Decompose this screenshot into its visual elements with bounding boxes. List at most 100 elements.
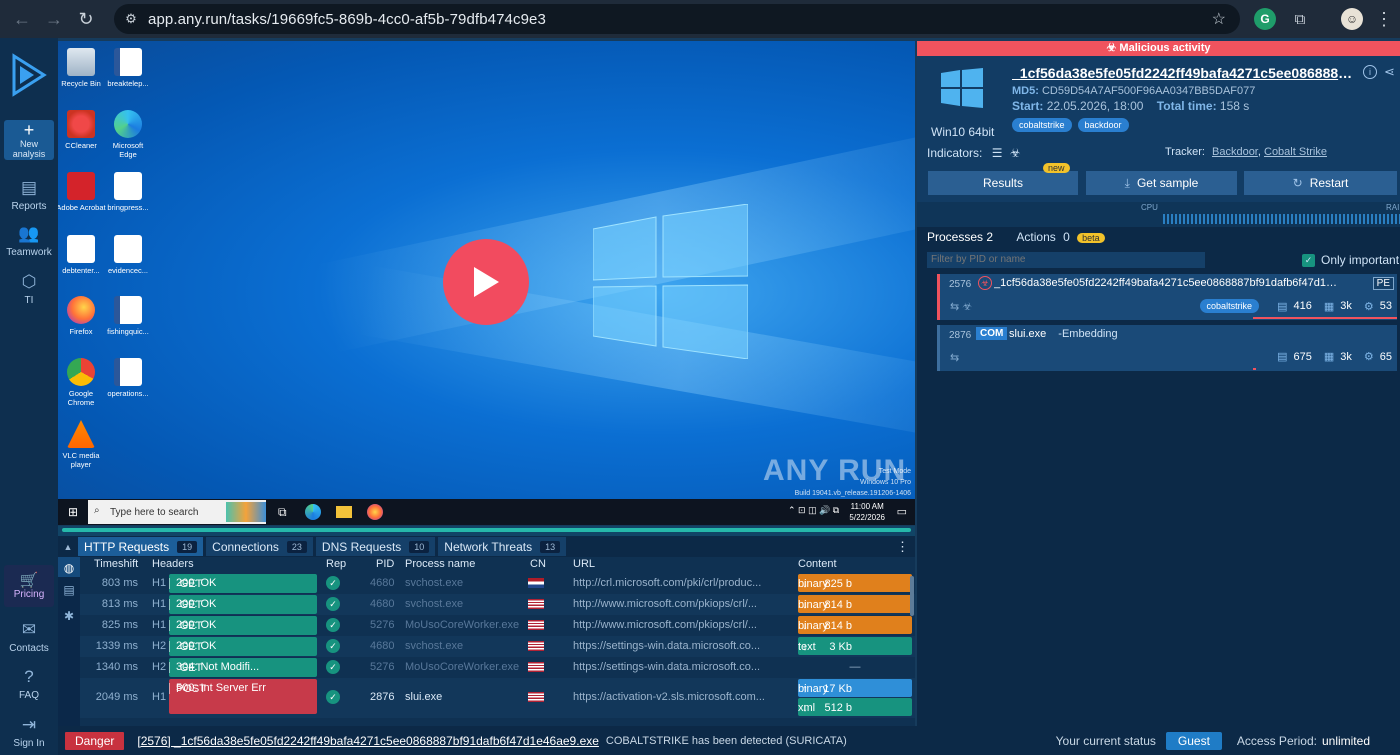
tag-cobaltstrike[interactable]: cobaltstrike bbox=[1012, 118, 1072, 132]
desktop-icon-file[interactable]: operations... bbox=[103, 358, 153, 398]
new-analysis-button[interactable]: + New analysis bbox=[4, 120, 54, 160]
sample-filename[interactable]: _1cf56da38e5fe05fd2242ff49bafa4271c5ee08… bbox=[1012, 65, 1357, 81]
timeline-strip[interactable] bbox=[58, 526, 915, 536]
cell-request-status[interactable]: GET 200: OK bbox=[169, 616, 317, 635]
system-tray-icons[interactable]: ⌃ ⊡ ◫ 🔊 ⧉ bbox=[788, 505, 839, 516]
cell-url[interactable]: http://crl.microsoft.com/pki/crl/produc.… bbox=[573, 577, 766, 589]
sidebar-item-sign-in[interactable]: ⇥ Sign In bbox=[0, 715, 58, 749]
tab-network-threats[interactable]: Network Threats 13 bbox=[438, 537, 567, 556]
process-tree-icons[interactable]: ⇆ ☣ bbox=[950, 300, 972, 313]
table-row[interactable]: 825 ms H1 GET 200: OK ✓ 5276 MoUsoCoreWorker.e… bbox=[80, 615, 915, 636]
back-icon[interactable]: ← bbox=[6, 3, 38, 35]
cell-request-status[interactable]: GET 304: Not Modifi... bbox=[169, 658, 317, 677]
profile-avatar-icon[interactable]: ☺ bbox=[1341, 8, 1363, 30]
vm-desktop-screen[interactable]: Recycle Bin breaktelep... CCleaner Micro… bbox=[58, 41, 915, 499]
tab-actions[interactable]: Actions 0 bbox=[1016, 230, 1069, 244]
tag-backdoor[interactable]: backdoor bbox=[1077, 118, 1129, 132]
content-badge[interactable]: 17 Kb ↑ binary bbox=[798, 679, 912, 697]
url-text[interactable]: app.any.run/tasks/19669fc5-869b-4cc0-af5… bbox=[148, 11, 546, 28]
table-row[interactable]: 813 ms H1 GET 200: OK ✓ 4680 svchost.exe http:/… bbox=[80, 594, 915, 615]
only-important-toggle[interactable]: ✓ Only important bbox=[1302, 253, 1399, 267]
table-row[interactable]: 803 ms H1 GET 200: OK ✓ 4680 svchost.exe http:/… bbox=[80, 573, 915, 594]
results-button[interactable]: Results bbox=[928, 171, 1078, 195]
grammarly-extension-icon[interactable]: G bbox=[1254, 8, 1276, 30]
column-header[interactable]: Timeshift bbox=[94, 558, 138, 570]
table-row[interactable]: 2049 ms H1 POST 500: Int Server Err ✓ 2876 slu… bbox=[80, 678, 915, 718]
checkbox-checked-icon[interactable]: ✓ bbox=[1302, 253, 1315, 267]
bug-icon[interactable]: ✱ bbox=[58, 609, 80, 629]
desktop-icon-file[interactable]: bringpress... bbox=[103, 172, 153, 212]
cell-url[interactable]: https://settings-win.data.microsoft.co..… bbox=[573, 640, 766, 652]
tracker-link-cobalt-strike[interactable]: Cobalt Strike bbox=[1264, 146, 1327, 158]
bookmark-star-icon[interactable]: ☆ bbox=[1212, 9, 1226, 29]
info-icon[interactable]: i bbox=[1363, 65, 1377, 79]
taskbar-search-box[interactable]: ⌕ Type here to search bbox=[88, 500, 266, 524]
content-badge[interactable]: 3 Kb ↓ text bbox=[798, 637, 912, 655]
sidebar-item-ti[interactable]: ⬡ TI bbox=[0, 272, 58, 306]
taskbar-firefox-icon[interactable] bbox=[366, 504, 383, 520]
desktop-icon-ccleaner[interactable]: CCleaner bbox=[58, 110, 106, 150]
table-scrollbar[interactable] bbox=[910, 576, 914, 616]
process-item[interactable]: 2576 ☣ _1cf56da38e5fe05fd2242ff49bafa427… bbox=[937, 274, 1397, 320]
cell-url[interactable]: http://www.microsoft.com/pkiops/crl/... bbox=[573, 598, 766, 610]
desktop-icon-edge[interactable]: Microsoft Edge bbox=[103, 110, 153, 159]
desktop-icon-recycle-bin[interactable]: Recycle Bin bbox=[58, 48, 106, 88]
column-header[interactable]: Rep bbox=[326, 558, 346, 570]
globe-icon[interactable]: ◍ bbox=[58, 557, 80, 577]
get-sample-button[interactable]: ⤓ Get sample bbox=[1086, 171, 1237, 195]
desktop-icon-file[interactable]: evidencec... bbox=[103, 235, 153, 275]
cell-request-status[interactable]: POST 500: Int Server Err bbox=[169, 679, 317, 714]
restart-button[interactable]: ↻ Restart bbox=[1244, 171, 1397, 195]
sidebar-item-pricing[interactable]: 🛒 Pricing bbox=[4, 565, 54, 607]
column-header[interactable]: Headers bbox=[152, 558, 194, 570]
taskbar-clock[interactable]: 11:00 AM 5/22/2026 bbox=[849, 501, 885, 523]
cell-url[interactable]: https://settings-win.data.microsoft.co..… bbox=[573, 661, 766, 673]
cell-request-status[interactable]: GET 200: OK bbox=[169, 595, 317, 614]
column-header[interactable]: URL bbox=[573, 558, 595, 570]
tab-connections[interactable]: Connections 23 bbox=[206, 537, 313, 556]
address-bar[interactable]: ⚙ app.any.run/tasks/19669fc5-869b-4cc0-a… bbox=[114, 4, 1240, 34]
desktop-icon-file[interactable]: breaktelep... bbox=[103, 48, 153, 88]
sidebar-item-faq[interactable]: ? FAQ bbox=[0, 667, 58, 701]
start-windows-icon[interactable]: ⊞ bbox=[58, 505, 88, 519]
cell-request-status[interactable]: GET 200: OK bbox=[169, 637, 317, 656]
table-row[interactable]: 1339 ms H2 GET 200: OK ✓ 4680 svchost.exe https… bbox=[80, 636, 915, 657]
sidebar-item-reports[interactable]: ▤ Reports bbox=[0, 178, 58, 212]
desktop-icon-acrobat[interactable]: Adobe Acrobat bbox=[58, 172, 106, 212]
table-row[interactable]: 1340 ms H2 GET 304: Not Modifi... ✓ 5276 MoUso… bbox=[80, 657, 915, 678]
share-icon[interactable]: ⋖ bbox=[1384, 64, 1395, 80]
tab-http-requests[interactable]: HTTP Requests 19 bbox=[78, 537, 204, 556]
sidebar-item-contacts[interactable]: ✉ Contacts bbox=[0, 620, 58, 654]
task-view-icon[interactable]: ⧉ bbox=[278, 505, 287, 520]
indicator-biohazard-icon[interactable]: ☣ bbox=[1010, 146, 1021, 160]
play-video-button[interactable] bbox=[443, 239, 529, 325]
process-tag[interactable]: cobaltstrike bbox=[1199, 299, 1260, 313]
desktop-icon-chrome[interactable]: Google Chrome bbox=[58, 358, 106, 407]
reload-icon[interactable]: ↻ bbox=[70, 3, 102, 35]
file-icon[interactable]: ▤ bbox=[58, 583, 80, 603]
indicator-list-icon[interactable]: ☰ bbox=[992, 146, 1003, 160]
detection-file-link[interactable]: [2576] _1cf56da38e5fe05fd2242ff49bafa427… bbox=[137, 734, 599, 748]
content-badge[interactable]: 512 b ↓ xml bbox=[798, 698, 912, 716]
desktop-icon-firefox[interactable]: Firefox bbox=[58, 296, 106, 336]
cell-url[interactable]: https://activation-v2.sls.microsoft.com.… bbox=[573, 691, 766, 703]
column-header[interactable]: PID bbox=[376, 558, 394, 570]
collapse-chevron-icon[interactable]: ▲ bbox=[58, 542, 78, 552]
content-badge[interactable]: 825 b ↓ binary bbox=[798, 574, 912, 592]
column-header[interactable]: Process name bbox=[405, 558, 475, 570]
process-filter-input[interactable] bbox=[927, 252, 1205, 268]
desktop-icon-vlc[interactable]: VLC media player bbox=[58, 420, 106, 469]
extensions-puzzle-icon[interactable]: ⧉ bbox=[1289, 8, 1311, 30]
md5-value[interactable]: CD59D54A7AF500F96AA0347BB5DAF077 bbox=[1042, 85, 1255, 97]
site-settings-icon[interactable]: ⚙ bbox=[114, 11, 148, 27]
file-explorer-icon[interactable] bbox=[335, 506, 352, 518]
taskbar-edge-icon[interactable] bbox=[304, 504, 321, 520]
panel-menu-icon[interactable]: ⋮ bbox=[896, 539, 909, 555]
tab-processes[interactable]: Processes 2 bbox=[927, 230, 993, 244]
content-badge[interactable]: 814 b ↓ binary bbox=[798, 616, 912, 634]
desktop-icon-file[interactable]: fishingquic... bbox=[103, 296, 153, 336]
tab-dns-requests[interactable]: DNS Requests 10 bbox=[315, 537, 436, 556]
cell-request-status[interactable]: GET 200: OK bbox=[169, 574, 317, 593]
desktop-icon-file[interactable]: debtenter... bbox=[58, 235, 106, 275]
tracker-link-backdoor[interactable]: Backdoor bbox=[1212, 146, 1258, 158]
